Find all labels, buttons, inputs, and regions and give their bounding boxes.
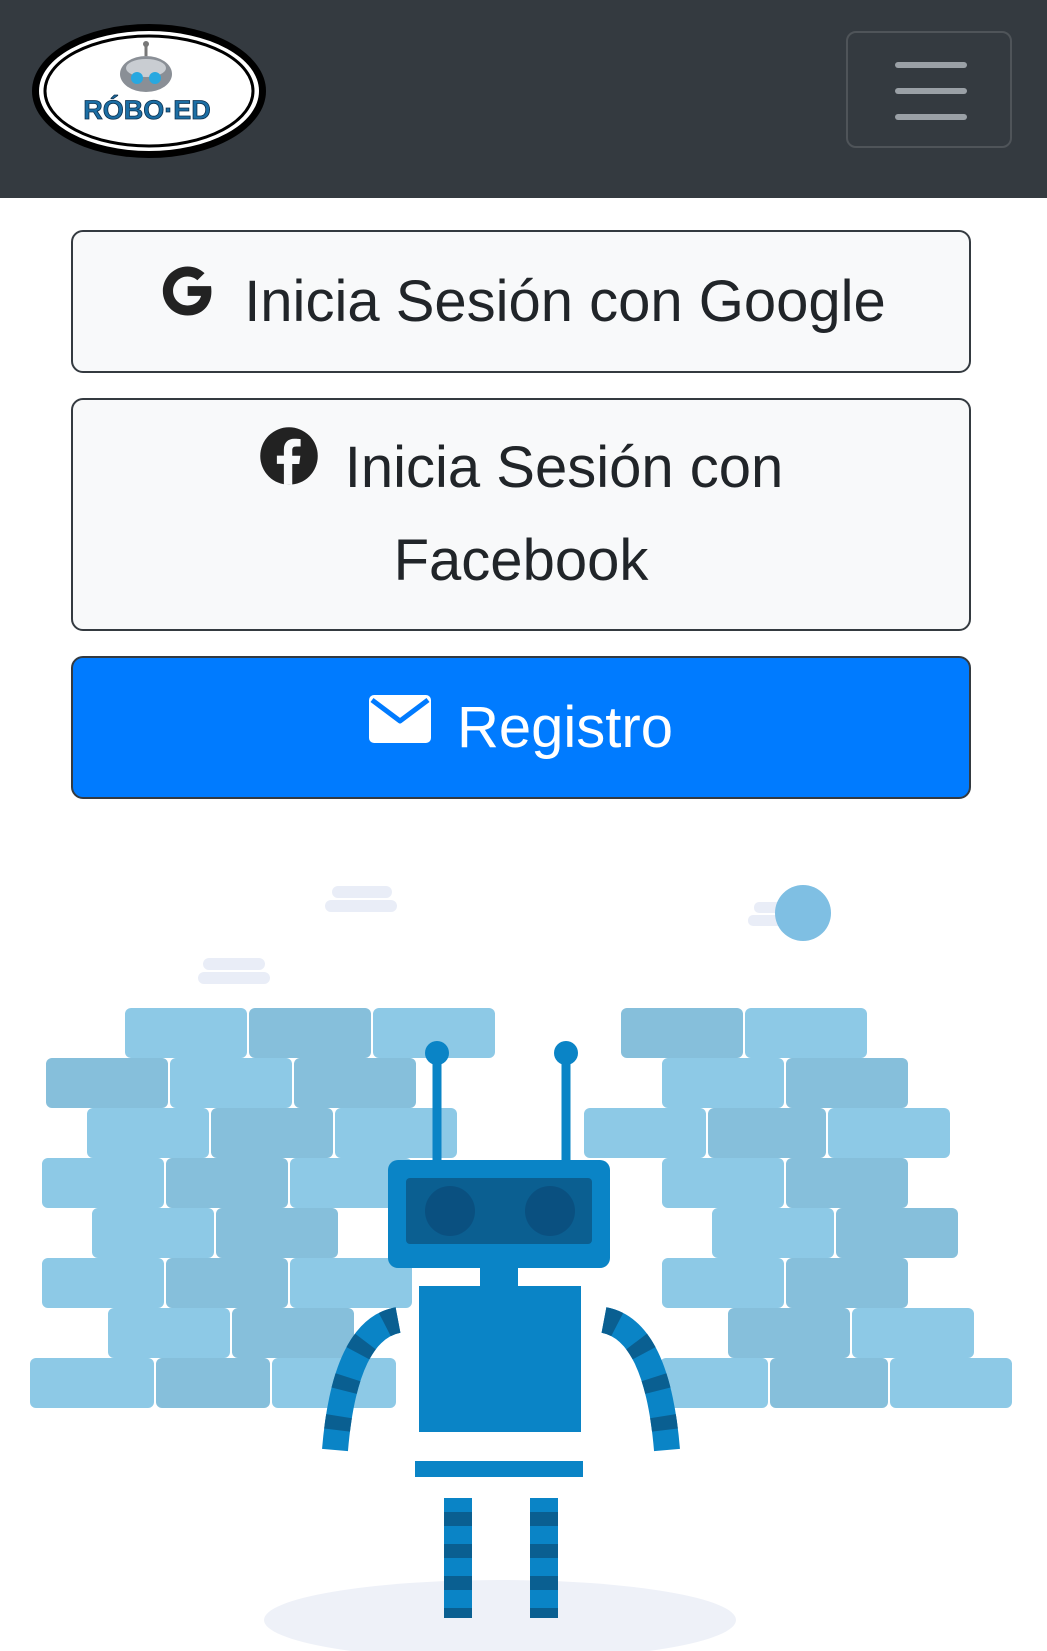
hamburger-icon-bar xyxy=(895,88,967,94)
hamburger-icon-bar xyxy=(895,62,967,68)
navbar-menu-toggle-button[interactable] xyxy=(846,31,1012,148)
moon-circle xyxy=(775,885,831,941)
robo-ed-logo[interactable]: RÓBO·ED xyxy=(30,22,268,160)
robot-brick-wall-illustration xyxy=(30,885,1012,1651)
facebook-icon xyxy=(259,422,319,512)
google-icon xyxy=(156,260,218,336)
facebook-login-button[interactable]: Inicia Sesión con Facebook xyxy=(71,398,971,631)
hamburger-icon-bar xyxy=(895,114,967,120)
top-navbar: RÓBO·ED xyxy=(0,0,1047,198)
cloud-shapes xyxy=(198,886,800,984)
register-button[interactable]: Registro xyxy=(71,656,971,799)
facebook-login-label-line2: Facebook xyxy=(393,528,649,594)
logo-text: RÓBO·ED xyxy=(83,94,211,125)
google-login-button[interactable]: Inicia Sesión con Google xyxy=(71,230,971,373)
register-label: Registro xyxy=(457,695,673,760)
google-login-label: Inicia Sesión con Google xyxy=(244,269,886,334)
ground-shadow xyxy=(264,1580,736,1651)
envelope-icon xyxy=(369,690,431,757)
facebook-login-label-line1: Inicia Sesión con xyxy=(344,434,784,500)
